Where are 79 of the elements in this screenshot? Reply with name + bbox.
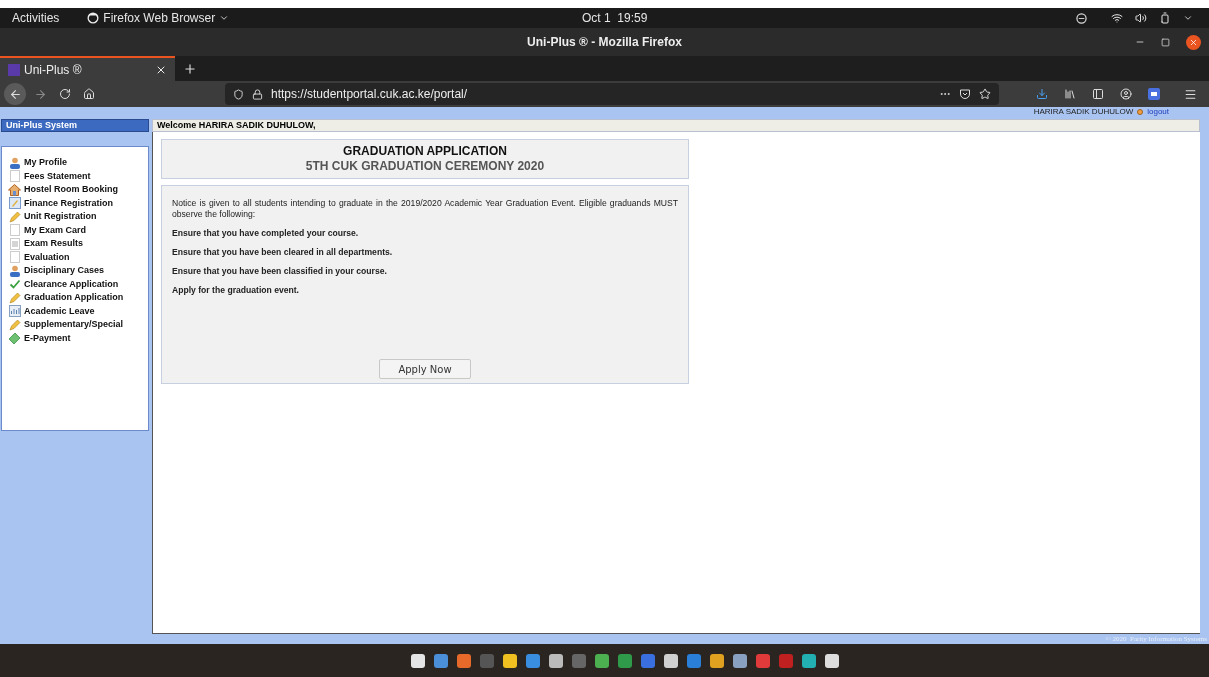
- welcome-bar: Welcome HARIRA SADIK DUHULOW,: [152, 119, 1200, 132]
- page-title: GRADUATION APPLICATION: [343, 144, 507, 159]
- app-icon[interactable]: [502, 653, 517, 668]
- site-logo-icon: [8, 63, 20, 76]
- requirement-text: Apply for the graduation event.: [172, 285, 300, 296]
- reload-icon[interactable]: [59, 88, 71, 100]
- menu-link[interactable]: Evaluation: [8, 250, 142, 264]
- menu-link[interactable]: Hostel Room Booking: [8, 183, 142, 197]
- chart-icon: [8, 305, 21, 318]
- browser-tab[interactable]: Uni-Plus ®: [0, 56, 175, 81]
- app-icon[interactable]: [410, 653, 425, 668]
- caret-icon[interactable]: [1183, 13, 1193, 23]
- wifi-icon[interactable]: [1111, 12, 1123, 24]
- sidebar-icon[interactable]: [1092, 88, 1104, 100]
- window-title: Uni-Plus ® - Mozilla Firefox: [527, 34, 682, 51]
- library-icon[interactable]: [1064, 88, 1076, 100]
- menu-link[interactable]: Supplementary/Special: [8, 318, 142, 332]
- app-icon[interactable]: [663, 653, 678, 668]
- menu-link[interactable]: My Profile: [8, 156, 142, 170]
- volume-icon[interactable]: [1135, 12, 1147, 24]
- home-icon[interactable]: [83, 88, 95, 100]
- page-icon: [9, 170, 20, 183]
- sidebar-header: Uni-Plus System: [1, 119, 149, 132]
- menu-link[interactable]: Clearance Application: [8, 277, 142, 291]
- person-icon: [8, 264, 21, 277]
- apply-now-button[interactable]: Apply Now: [379, 359, 471, 379]
- pencil-icon: [8, 210, 21, 223]
- caret-icon: [219, 13, 230, 23]
- url-text: https://studentportal.cuk.ac.ke/portal/: [271, 86, 468, 103]
- document-icon: [9, 237, 20, 250]
- menu-link[interactable]: Disciplinary Cases: [8, 264, 142, 278]
- check-icon: [8, 278, 21, 291]
- notice-text: Notice is given to all students intending to graduate in the 2019/2020 Academic Year Graduation Event. Eligible graduands MUST observe the following:: [172, 198, 678, 220]
- page-icon: [9, 251, 20, 264]
- forward-icon[interactable]: [34, 87, 47, 101]
- app-icon[interactable]: [548, 653, 563, 668]
- house-icon: [8, 183, 21, 196]
- menu-link[interactable]: My Exam Card: [8, 223, 142, 237]
- download-icon[interactable]: [1036, 88, 1048, 100]
- requirement-text: Ensure that you have completed your course.: [172, 228, 360, 239]
- app-icon[interactable]: [732, 653, 747, 668]
- pencil-icon: [8, 291, 21, 304]
- tab-title: Uni-Plus ®: [24, 61, 82, 79]
- menu-link[interactable]: Graduation Application: [8, 291, 142, 305]
- back-button[interactable]: [4, 83, 26, 105]
- shield-icon: [233, 88, 244, 100]
- close-button[interactable]: [1186, 34, 1201, 50]
- menu-link[interactable]: Fees Statement: [8, 169, 142, 183]
- lock-icon: [252, 88, 263, 100]
- requirement-text: Ensure that you have been cleared in all departments.: [172, 247, 394, 258]
- menu-link[interactable]: Exam Results: [8, 237, 142, 251]
- person-icon: [8, 156, 21, 169]
- menu-link[interactable]: Academic Leave: [8, 304, 142, 318]
- menu-link[interactable]: Finance Registration: [8, 196, 142, 210]
- account-icon[interactable]: [1120, 88, 1132, 100]
- app-icon[interactable]: [824, 653, 839, 668]
- back-arrow-icon: [8, 87, 22, 101]
- page-icon: [9, 224, 20, 237]
- menu-icon[interactable]: [1184, 87, 1197, 101]
- pencil-icon: [8, 318, 21, 331]
- menu-link[interactable]: E-Payment: [8, 331, 142, 345]
- address-bar[interactable]: https://studentportal.cuk.ac.ke/portal/: [225, 83, 999, 105]
- logout-link[interactable]: logout: [1147, 108, 1169, 116]
- new-tab-icon[interactable]: [183, 61, 197, 76]
- user-name: HARIRA SADIK DUHULOW: [1033, 108, 1134, 116]
- form-icon: [8, 197, 21, 210]
- close-icon: [1189, 37, 1198, 47]
- page-subtitle: 5TH CUK GRADUATION CEREMONY 2020: [305, 159, 545, 174]
- app-icon[interactable]: [801, 653, 816, 668]
- star-icon[interactable]: [979, 88, 991, 100]
- activities-button[interactable]: Activities: [12, 9, 60, 27]
- requirement-text: Ensure that you have been classified in your course.: [172, 266, 388, 277]
- app-menu[interactable]: Firefox Web Browser: [87, 9, 230, 27]
- clock[interactable]: Oct 1 19:59: [582, 9, 648, 27]
- menu-link[interactable]: Unit Registration: [8, 210, 142, 224]
- maximize-icon[interactable]: [1161, 37, 1170, 47]
- app-icon[interactable]: [709, 653, 724, 668]
- app-icon[interactable]: [594, 653, 609, 668]
- battery-icon[interactable]: [1159, 12, 1171, 24]
